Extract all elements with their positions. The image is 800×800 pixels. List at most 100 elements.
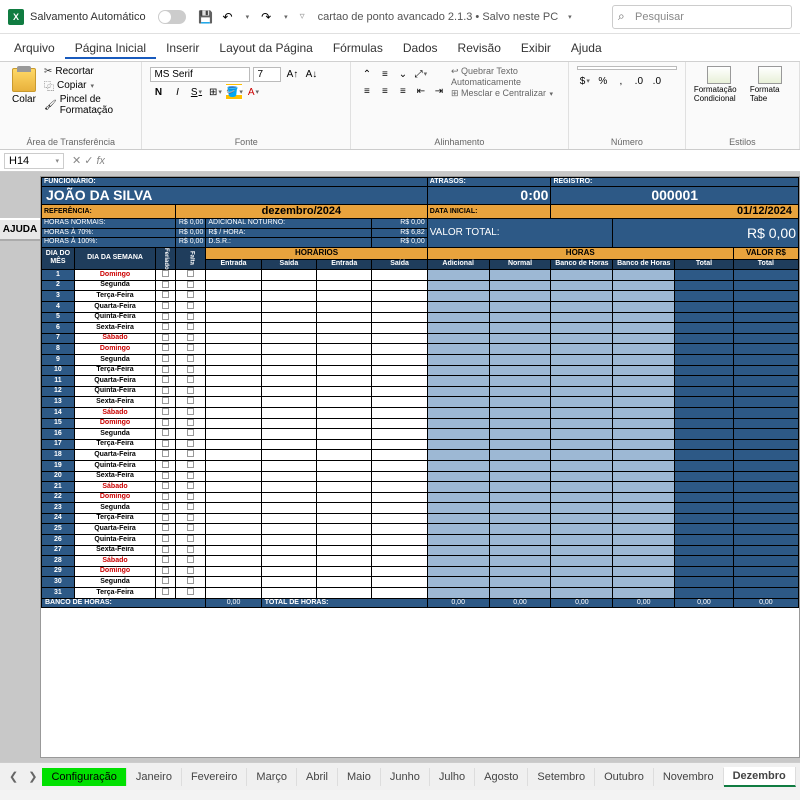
entrada2-cell[interactable] [317, 291, 372, 302]
tab-novembro[interactable]: Novembro [654, 768, 724, 786]
feriado-checkbox[interactable] [156, 492, 176, 503]
entrada1-cell[interactable] [206, 460, 261, 471]
entrada2-cell[interactable] [317, 323, 372, 334]
entrada1-cell[interactable] [206, 492, 261, 503]
adicional-cell[interactable] [427, 503, 489, 514]
saida2-cell[interactable] [372, 397, 427, 408]
adicional-cell[interactable] [427, 524, 489, 535]
saida1-cell[interactable] [261, 302, 316, 313]
tab-agosto[interactable]: Agosto [475, 768, 528, 786]
banco1-cell[interactable] [551, 312, 613, 323]
feriado-checkbox[interactable] [156, 556, 176, 567]
saida2-cell[interactable] [372, 503, 427, 514]
tab-prev-button[interactable]: ❮ [4, 768, 23, 785]
banco1-cell[interactable] [551, 566, 613, 577]
banco2-cell[interactable] [613, 418, 675, 429]
saida1-cell[interactable] [261, 333, 316, 344]
fx-icon[interactable]: fx [96, 155, 105, 167]
entrada2-cell[interactable] [317, 588, 372, 599]
entrada1-cell[interactable] [206, 280, 261, 291]
feriado-checkbox[interactable] [156, 354, 176, 365]
banco2-cell[interactable] [613, 492, 675, 503]
entrada2-cell[interactable] [317, 471, 372, 482]
underline-button[interactable]: S [188, 84, 204, 100]
entrada2-cell[interactable] [317, 365, 372, 376]
banco2-cell[interactable] [613, 482, 675, 493]
saida1-cell[interactable] [261, 407, 316, 418]
dec-decimal-button[interactable]: .0 [649, 73, 665, 89]
saida1-cell[interactable] [261, 460, 316, 471]
adicional-cell[interactable] [427, 397, 489, 408]
entrada2-cell[interactable] [317, 535, 372, 546]
saida2-cell[interactable] [372, 471, 427, 482]
entrada1-cell[interactable] [206, 450, 261, 461]
feriado-checkbox[interactable] [156, 386, 176, 397]
saida2-cell[interactable] [372, 418, 427, 429]
normal-cell[interactable] [489, 503, 551, 514]
saida2-cell[interactable] [372, 577, 427, 588]
saida2-cell[interactable] [372, 524, 427, 535]
falta-checkbox[interactable] [176, 545, 206, 556]
normal-cell[interactable] [489, 556, 551, 567]
paste-button[interactable]: Colar [8, 66, 40, 116]
saida1-cell[interactable] [261, 365, 316, 376]
saida2-cell[interactable] [372, 386, 427, 397]
normal-cell[interactable] [489, 482, 551, 493]
banco1-cell[interactable] [551, 577, 613, 588]
adicional-cell[interactable] [427, 460, 489, 471]
inc-decimal-button[interactable]: .0 [631, 73, 647, 89]
saida2-cell[interactable] [372, 535, 427, 546]
saida2-cell[interactable] [372, 429, 427, 440]
feriado-checkbox[interactable] [156, 460, 176, 471]
banco2-cell[interactable] [613, 407, 675, 418]
shrink-font-button[interactable]: A↓ [303, 66, 319, 82]
feriado-checkbox[interactable] [156, 312, 176, 323]
tab-setembro[interactable]: Setembro [528, 768, 595, 786]
banco1-cell[interactable] [551, 397, 613, 408]
entrada1-cell[interactable] [206, 535, 261, 546]
banco2-cell[interactable] [613, 312, 675, 323]
feriado-checkbox[interactable] [156, 397, 176, 408]
normal-cell[interactable] [489, 365, 551, 376]
banco2-cell[interactable] [613, 471, 675, 482]
adicional-cell[interactable] [427, 556, 489, 567]
banco1-cell[interactable] [551, 492, 613, 503]
feriado-checkbox[interactable] [156, 280, 176, 291]
tab-janeiro[interactable]: Janeiro [127, 768, 182, 786]
saida1-cell[interactable] [261, 291, 316, 302]
feriado-checkbox[interactable] [156, 482, 176, 493]
saida1-cell[interactable] [261, 588, 316, 599]
entrada2-cell[interactable] [317, 482, 372, 493]
entrada1-cell[interactable] [206, 386, 261, 397]
entrada2-cell[interactable] [317, 513, 372, 524]
banco1-cell[interactable] [551, 588, 613, 599]
falta-checkbox[interactable] [176, 503, 206, 514]
normal-cell[interactable] [489, 418, 551, 429]
feriado-checkbox[interactable] [156, 588, 176, 599]
falta-checkbox[interactable] [176, 492, 206, 503]
wrap-text-button[interactable]: ↩ Quebrar Texto Automaticamente [451, 66, 560, 87]
saida2-cell[interactable] [372, 513, 427, 524]
saida2-cell[interactable] [372, 365, 427, 376]
entrada2-cell[interactable] [317, 545, 372, 556]
falta-checkbox[interactable] [176, 460, 206, 471]
percent-button[interactable]: % [595, 73, 611, 89]
feriado-checkbox[interactable] [156, 344, 176, 355]
search-input[interactable]: Pesquisar [612, 5, 792, 29]
align-center-button[interactable]: ≡ [377, 83, 393, 99]
banco1-cell[interactable] [551, 460, 613, 471]
normal-cell[interactable] [489, 439, 551, 450]
menu-arquivo[interactable]: Arquivo [4, 37, 65, 59]
banco1-cell[interactable] [551, 556, 613, 567]
entrada1-cell[interactable] [206, 471, 261, 482]
saida2-cell[interactable] [372, 556, 427, 567]
tab-junho[interactable]: Junho [381, 768, 430, 786]
falta-checkbox[interactable] [176, 270, 206, 281]
worksheet[interactable]: FUNCIONÁRIO: ATRASOS: REGISTRO: JOÃO DA … [40, 176, 800, 758]
saida1-cell[interactable] [261, 535, 316, 546]
saida1-cell[interactable] [261, 513, 316, 524]
falta-checkbox[interactable] [176, 524, 206, 535]
feriado-checkbox[interactable] [156, 429, 176, 440]
banco2-cell[interactable] [613, 376, 675, 387]
font-size-select[interactable]: 7 [253, 67, 281, 82]
